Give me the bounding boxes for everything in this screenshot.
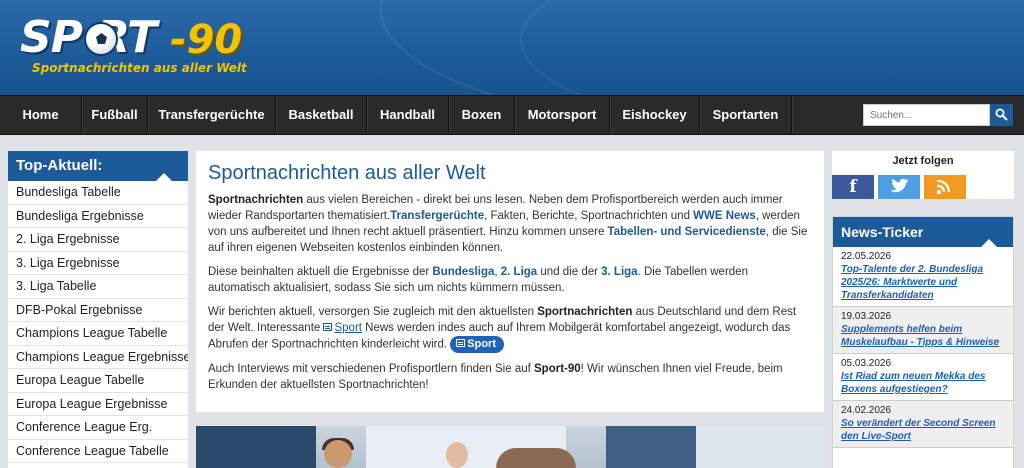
nav-item-motorsport[interactable]: Motorsport [515,96,611,134]
interviews-paragraph: Auch Interviews mit verschiedenen Profis… [208,361,812,393]
text: Auch Interviews mit verschiedenen Profis… [208,363,534,375]
bold-text: Sport-90 [534,363,581,375]
ticker-item: 19.03.2026 Supplements helfen beim Muske… [833,307,1013,354]
text: und die der [537,266,602,278]
search-icon [995,108,1008,121]
twitter-bird-icon [891,178,909,193]
link-transfergeruechte[interactable]: Transfergerüchte [390,210,484,222]
mobile-paragraph: Wir berichten aktuell, versorgen Sie zug… [208,304,812,353]
page-title: Sportnachrichten aus aller Welt [208,162,486,184]
sidebar-link[interactable]: 3. Liga Tabelle [8,275,188,299]
ticker-date: 19.03.2026 [841,311,892,322]
site-logo[interactable]: SP RT -90 Sportnachrichten aus aller Wel… [20,14,260,84]
sport-badge-button[interactable]: Sport [450,336,505,353]
nav-item-fussball[interactable]: Fußball [82,96,149,134]
sidebar-link[interactable]: Champions League Ergebnisse [8,346,188,369]
news-icon [456,339,466,347]
ticker-link[interactable]: Top-Talente der 2. Bundesliga 2025/26: M… [841,263,1007,302]
sidebar-link[interactable]: Conference League Erg. [8,416,188,440]
image-region [496,448,576,468]
link-tabellen-servicedienste[interactable]: Tabellen- und Servicedienste [608,226,766,238]
link-3-liga[interactable]: 3. Liga [601,266,637,278]
sidebar-heading: Top-Aktuell: [8,151,188,181]
ticker-item: 22.05.2026 Top-Talente der 2. Bundesliga… [833,247,1013,307]
nav-item-basketball[interactable]: Basketball [276,96,368,134]
ticker-item: 05.03.2026 Ist Riad zum neuen Mekka des … [833,354,1013,401]
main-nav: Home Fußball Transfergerüchte Basketball… [0,95,1024,135]
ticker-item: 24.02.2026 So verändert der Second Scree… [833,401,1013,448]
link-wwe-news[interactable]: WWE News [693,210,756,222]
football-icon [84,22,118,56]
nav-item-boxen[interactable]: Boxen [449,96,516,134]
link-2-liga[interactable]: 2. Liga [501,266,537,278]
right-sidebar: Jetzt folgen f News-Ticker 22.05.2026 To… [832,151,1014,468]
ticker-title: News-Ticker [841,224,924,240]
image-region [606,426,696,468]
ticker-link[interactable]: Supplements helfen beim Muskelaufbau - T… [841,323,1007,349]
bold-text: Sportnachrichten [537,306,633,318]
pointer-icon [981,239,997,247]
image-region [446,442,468,468]
image-region [324,440,352,468]
pointer-icon [156,173,172,181]
ticker-date: 05.03.2026 [841,358,892,369]
ticker-heading: News-Ticker [833,217,1013,247]
sidebar-title: Top-Aktuell: [16,157,103,174]
bold-text: Sportnachrichten [208,194,304,206]
search-input[interactable] [863,104,990,126]
follow-title: Jetzt folgen [892,155,954,167]
sidebar-link[interactable]: Champions League Tabelle [8,322,188,346]
nav-item-eishockey[interactable]: Eishockey [610,96,701,134]
ticker-link[interactable]: So verändert der Second Screen den Live-… [841,417,1007,443]
sidebar-link[interactable]: Bundesliga Tabelle [8,181,188,205]
text: , Fakten, Berichte, Sportnachrichten und [484,210,694,222]
header-decoration [520,0,1024,95]
badge-label: Sport [467,338,497,350]
sidebar-link[interactable]: 2. Liga Ergebnisse [8,228,188,252]
facebook-icon[interactable]: f [832,175,874,199]
nav-item-handball[interactable]: Handball [367,96,450,134]
logo-number: -90 [170,17,243,63]
news-ticker: News-Ticker 22.05.2026 Top-Talente der 2… [832,216,1014,468]
follow-box: Jetzt folgen f [832,151,1014,199]
text: Wir berichten aktuell, versorgen Sie zug… [208,306,538,318]
rss-icon[interactable] [924,175,966,199]
nav-item-sportarten[interactable]: Sportarten [700,96,793,134]
sidebar-link[interactable]: 3. Liga Ergebnisse [8,252,188,275]
search-box [863,104,1013,126]
nav-item-transfergeruechte[interactable]: Transfergerüchte [148,96,277,134]
results-paragraph: Diese beinhalten aktuell die Ergebnisse … [208,264,812,296]
search-button[interactable] [990,104,1013,126]
image-region [196,426,316,468]
sidebar-link[interactable]: Europa League Tabelle [8,369,188,393]
sidebar-link[interactable]: Conference League Tabelle [8,440,188,463]
rss-feed-icon [936,179,951,195]
nav-item-home[interactable]: Home [0,96,83,134]
top-aktuell-sidebar: Top-Aktuell: Bundesliga Tabelle Bundesli… [8,151,188,468]
text: Diese beinhalten aktuell die Ergebnisse … [208,266,433,278]
sidebar-link[interactable]: Bundesliga Ergebnisse [8,205,188,228]
twitter-icon[interactable] [878,175,920,199]
sidebar-link[interactable]: Europa League Ergebnisse [8,393,188,416]
site-header: SP RT -90 Sportnachrichten aus aller Wel… [0,0,1024,95]
intro-article: Sportnachrichten aus aller Welt Sportnac… [196,151,824,412]
image-region [696,426,824,468]
facebook-glyph: f [849,177,857,197]
intro-paragraph: Sportnachrichten aus vielen Bereichen - … [208,192,812,256]
featured-image[interactable] [196,426,824,468]
ticker-link[interactable]: Ist Riad zum neuen Mekka des Boxens aufg… [841,370,1007,396]
sidebar-link[interactable]: DFB-Pokal Ergebnisse [8,299,188,322]
link-bundesliga[interactable]: Bundesliga [432,266,494,278]
ticker-date: 24.02.2026 [841,405,892,416]
link-sport[interactable]: Sport [334,322,362,334]
ticker-date: 22.05.2026 [841,251,892,262]
logo-tagline: Sportnachrichten aus aller Welt [32,61,247,75]
news-icon [323,323,333,331]
